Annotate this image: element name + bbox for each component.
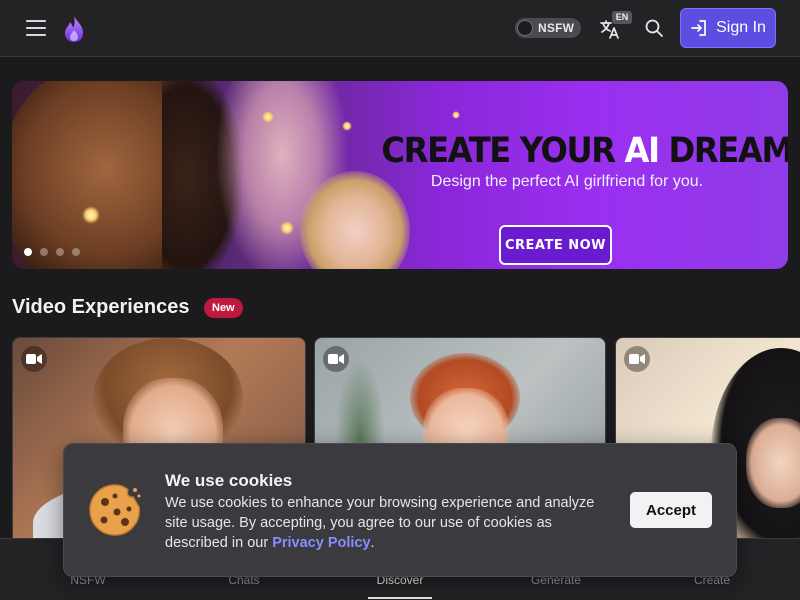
toggle-knob [517, 20, 533, 36]
banner-title: CREATE YOUR AI DREAM GIRL [381, 131, 788, 171]
language-badge[interactable]: EN [612, 11, 632, 24]
carousel-dot[interactable] [24, 248, 32, 256]
cookie-title: We use cookies [165, 471, 293, 490]
top-header: NSFW EN Sign In [0, 0, 800, 57]
character-face [746, 418, 800, 508]
carousel-dot[interactable] [40, 248, 48, 256]
sign-in-label: Sign In [716, 19, 766, 36]
privacy-policy-link[interactable]: Privacy Policy [272, 535, 370, 551]
cookie-text: We use cookies to enhance your browsing … [165, 493, 615, 553]
carousel-dot[interactable] [56, 248, 64, 256]
menu-icon[interactable] [24, 17, 48, 39]
cookie-body: We use cookies to enhance your browsing … [165, 495, 595, 551]
sign-in-icon [691, 20, 706, 36]
cookie-consent-banner: We use cookies We use cookies to enhance… [63, 443, 737, 577]
sparkle [342, 121, 352, 131]
video-camera-icon [21, 346, 47, 372]
video-camera-icon [624, 346, 650, 372]
sign-in-button[interactable]: Sign In [680, 8, 776, 48]
sparkle [452, 111, 460, 119]
carousel-dots [24, 248, 80, 256]
active-tab-indicator [368, 597, 432, 599]
nsfw-toggle[interactable]: NSFW [515, 18, 581, 38]
banner-subtitle: Design the perfect AI girlfriend for you… [430, 173, 704, 190]
new-badge: New [204, 298, 243, 318]
search-icon[interactable] [644, 18, 664, 38]
flame-logo-icon[interactable] [61, 14, 87, 44]
sparkle [82, 206, 100, 224]
video-camera-icon [323, 346, 349, 372]
accept-cookies-button[interactable]: Accept [630, 492, 712, 528]
banner-title-ai: AI [624, 131, 661, 171]
nsfw-toggle-label: NSFW [538, 21, 575, 35]
create-now-button[interactable]: CREATE NOW [499, 225, 612, 265]
sparkle [262, 111, 274, 123]
hero-banner[interactable]: CREATE YOUR AI DREAM GIRL Design the per… [12, 81, 788, 269]
banner-title-part2: DREAM GIRL [668, 131, 788, 171]
carousel-dot[interactable] [72, 248, 80, 256]
section-title: Video Experiences [12, 296, 190, 318]
cookie-text-end: . [370, 535, 375, 551]
sparkle [280, 221, 294, 235]
cookie-icon [89, 484, 141, 536]
banner-title-part1: CREATE YOUR [381, 131, 625, 171]
